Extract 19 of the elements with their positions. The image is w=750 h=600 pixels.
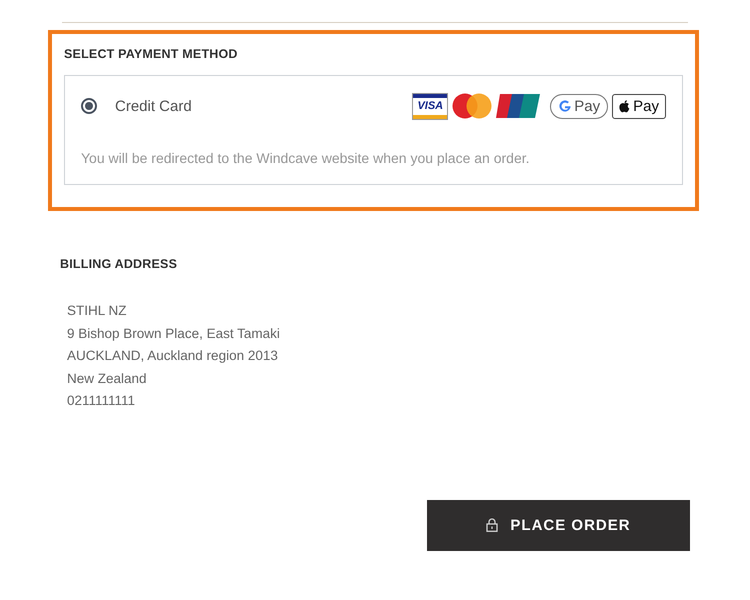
google-pay-logo: Pay	[550, 94, 608, 118]
option-label: Credit Card	[115, 98, 192, 114]
address-line: New Zealand	[67, 370, 148, 388]
apple-icon	[619, 100, 630, 112]
g-icon	[558, 99, 572, 113]
section-heading: SELECT PAYMENT METHOD	[64, 47, 239, 61]
place-order-button[interactable]: PLACE ORDER	[427, 500, 690, 550]
visa-logo-icon: VISA	[412, 92, 448, 120]
address-line: STIHL NZ	[67, 302, 128, 320]
address-line: 0211111111	[67, 392, 136, 410]
section-heading: BILLING ADDRESS	[60, 257, 178, 271]
address-line: AUCKLAND, Auckland region 2013	[67, 347, 279, 365]
apple-pay-logo: Pay	[612, 94, 666, 118]
unionpay-logo-icon	[496, 93, 540, 119]
lock-icon	[486, 518, 498, 532]
mastercard-logo-icon	[452, 91, 492, 121]
redirect-note: You will be redirected to the Windcave website when you place an order.	[81, 150, 531, 166]
address-line: 9 Bishop Brown Place, East Tamaki	[67, 324, 281, 343]
radio-button[interactable]	[81, 98, 97, 114]
